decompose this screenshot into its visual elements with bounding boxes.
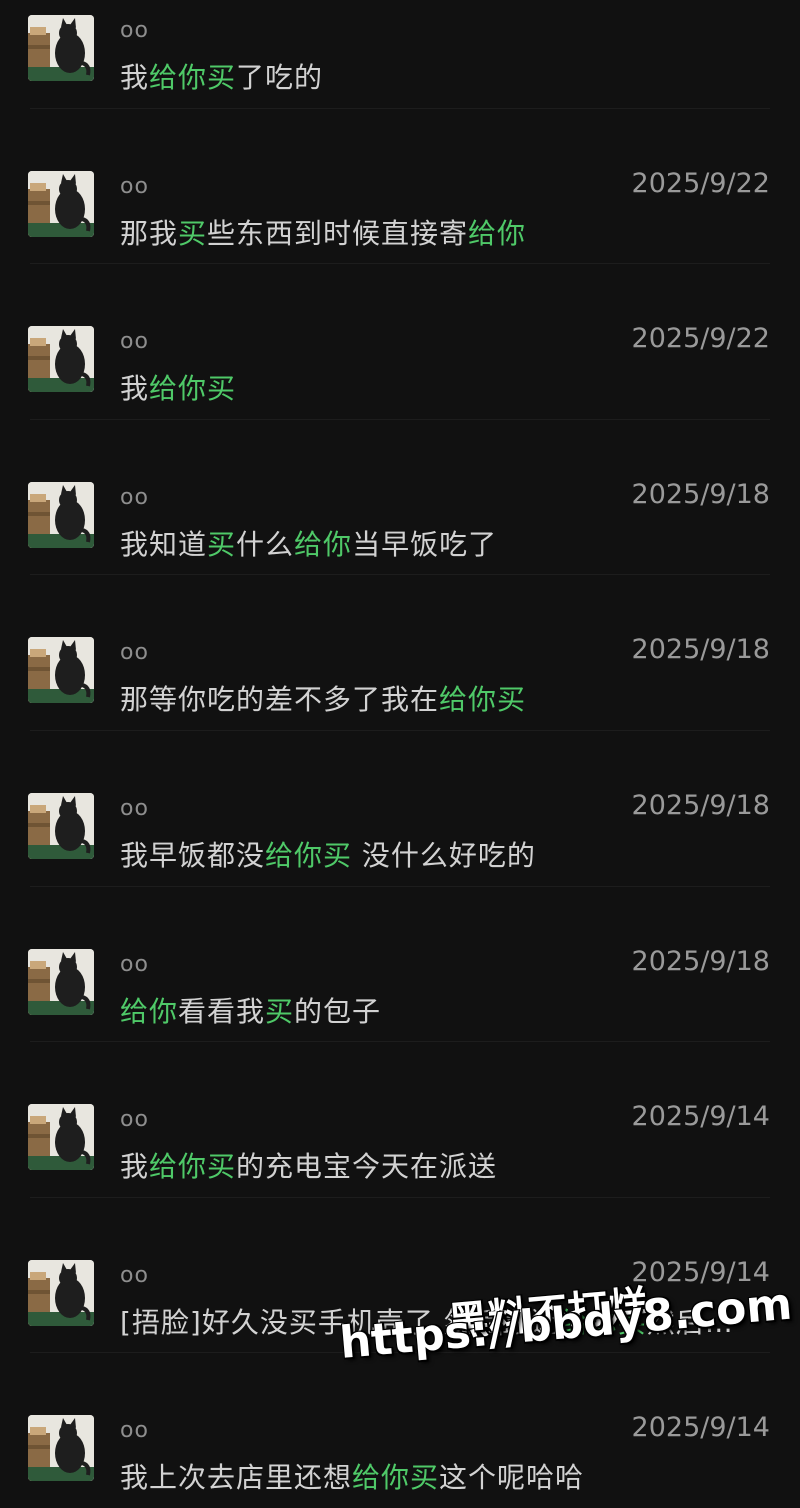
black-cat-avatar-icon xyxy=(28,792,94,859)
message-text-segment: 我 xyxy=(120,372,150,406)
message-text: 我给你买 xyxy=(120,367,772,407)
message-text-segment: 的充电宝今天在派送 xyxy=(236,1150,498,1184)
message-text-segment: 那我 xyxy=(120,216,179,250)
message-result-row[interactable]: oo 我给你买了吃的 xyxy=(0,0,800,108)
row-divider xyxy=(30,1196,770,1198)
message-result-row[interactable]: oo 2025/9/18 我知道买什么给你当早饭吃了 xyxy=(0,418,800,575)
sender-name: oo xyxy=(120,1262,149,1288)
message-result-row[interactable]: oo 2025/9/22 那我买些东西到时候直接寄给你 xyxy=(0,107,800,264)
black-cat-avatar-icon xyxy=(28,15,94,81)
message-date: 2025/9/18 xyxy=(631,634,770,666)
message-text-segment: 这个呢哈哈 xyxy=(439,1461,585,1495)
row-divider xyxy=(30,574,770,576)
sender-name: oo xyxy=(120,173,149,199)
message-text: 我给你买了吃的 xyxy=(120,56,772,96)
sender-name: oo xyxy=(120,1418,149,1444)
message-text-segment: 我 xyxy=(120,61,150,94)
message-result-row[interactable]: oo 2025/9/18 那等你吃的差不多了我在给你买 xyxy=(0,574,800,730)
message-text: 我上次去店里还想给你买这个呢哈哈 xyxy=(120,1456,772,1496)
message-date: 2025/9/18 xyxy=(631,478,770,510)
message-text: 那我买些东西到时候直接寄给你 xyxy=(120,212,772,252)
black-cat-avatar-icon xyxy=(28,1259,94,1326)
black-cat-avatar-icon xyxy=(28,637,94,704)
sender-name: oo xyxy=(120,18,149,43)
message-text: 我知道买什么给你当早饭吃了 xyxy=(120,523,772,563)
avatar[interactable] xyxy=(28,1415,94,1482)
keyword-highlight: 买 xyxy=(207,527,237,561)
avatar[interactable] xyxy=(28,637,94,704)
message-text: 给你看看我买的包子 xyxy=(120,990,772,1030)
message-result-row[interactable]: oo 2025/9/22 我给你买 xyxy=(0,263,800,419)
message-text-segment: 那等你吃的差不多了我在 xyxy=(120,683,440,717)
sender-name: oo xyxy=(120,640,149,666)
message-date: 2025/9/22 xyxy=(631,167,770,199)
sender-name: oo xyxy=(120,795,149,821)
message-date: 2025/9/22 xyxy=(631,323,770,355)
message-text-segment: 的包子 xyxy=(294,994,382,1028)
avatar[interactable] xyxy=(28,170,94,237)
avatar[interactable] xyxy=(28,948,94,1015)
message-text-segment: 当早饭吃了 xyxy=(352,527,498,561)
message-text-segment: 些东西到时候直接寄 xyxy=(207,216,469,250)
black-cat-avatar-icon xyxy=(28,326,94,393)
row-divider xyxy=(30,885,770,887)
avatar[interactable] xyxy=(28,1104,94,1171)
message-date: 2025/9/14 xyxy=(631,1412,770,1444)
row-divider xyxy=(30,418,770,420)
row-divider xyxy=(30,263,770,265)
avatar[interactable] xyxy=(28,1259,94,1326)
message-text-segment: 什么 xyxy=(236,527,295,561)
keyword-highlight: 给你买 xyxy=(352,1461,440,1495)
avatar[interactable] xyxy=(28,15,94,81)
avatar[interactable] xyxy=(28,326,94,393)
avatar[interactable] xyxy=(28,481,94,548)
message-result-row[interactable]: oo 2025/9/18 我早饭都没给你买 没什么好吃的 xyxy=(0,729,800,886)
keyword-highlight: 给你 xyxy=(468,216,527,250)
message-text-segment: 了吃的 xyxy=(236,61,324,94)
message-text-segment: 我知道 xyxy=(120,527,208,561)
avatar[interactable] xyxy=(28,792,94,859)
message-date: 2025/9/18 xyxy=(631,945,770,977)
row-divider xyxy=(30,107,770,109)
message-result-row[interactable]: oo 2025/9/18 给你看看我买的包子 xyxy=(0,885,800,1042)
keyword-highlight: 给你 xyxy=(294,527,353,561)
keyword-highlight: 给你买 xyxy=(439,683,527,717)
message-result-row[interactable]: oo 2025/9/14 我上次去店里还想给你买这个呢哈哈 xyxy=(0,1352,800,1508)
keyword-highlight: 给你买 xyxy=(265,838,353,872)
keyword-highlight: 给你买 xyxy=(149,61,237,94)
sender-name: oo xyxy=(120,951,149,977)
keyword-highlight: 给你 xyxy=(120,994,179,1028)
message-text-segment: 我 xyxy=(120,1150,150,1184)
message-text-segment: 看看我 xyxy=(178,994,266,1028)
sender-name: oo xyxy=(120,329,149,355)
message-date: 2025/9/18 xyxy=(631,789,770,821)
black-cat-avatar-icon xyxy=(28,1104,94,1171)
keyword-highlight: 给你买 xyxy=(149,372,237,406)
message-text: 我早饭都没给你买 没什么好吃的 xyxy=(120,834,772,874)
message-text-segment: 我早饭都没 xyxy=(120,838,266,872)
keyword-highlight: 给你买 xyxy=(149,1150,237,1184)
black-cat-avatar-icon xyxy=(28,1415,94,1482)
message-text-segment: 没什么好吃的 xyxy=(352,838,536,872)
black-cat-avatar-icon xyxy=(28,170,94,237)
row-divider xyxy=(30,729,770,731)
keyword-highlight: 买 xyxy=(265,994,295,1028)
message-date: 2025/9/14 xyxy=(631,1101,770,1133)
search-results-list: oo 我给你买了吃的 oo 2025/9/22 那我买些东西到时候直接寄给你 o… xyxy=(0,0,800,1508)
sender-name: oo xyxy=(120,484,149,510)
sender-name: oo xyxy=(120,1107,149,1133)
message-text: 那等你吃的差不多了我在给你买 xyxy=(120,678,772,718)
message-result-row[interactable]: oo 2025/9/14 我给你买的充电宝今天在派送 xyxy=(0,1041,800,1197)
black-cat-avatar-icon xyxy=(28,481,94,548)
message-text-segment: 我上次去店里还想 xyxy=(120,1461,353,1495)
keyword-highlight: 买 xyxy=(178,216,208,250)
message-text: 我给你买的充电宝今天在派送 xyxy=(120,1145,772,1185)
row-divider xyxy=(30,1041,770,1043)
black-cat-avatar-icon xyxy=(28,948,94,1015)
